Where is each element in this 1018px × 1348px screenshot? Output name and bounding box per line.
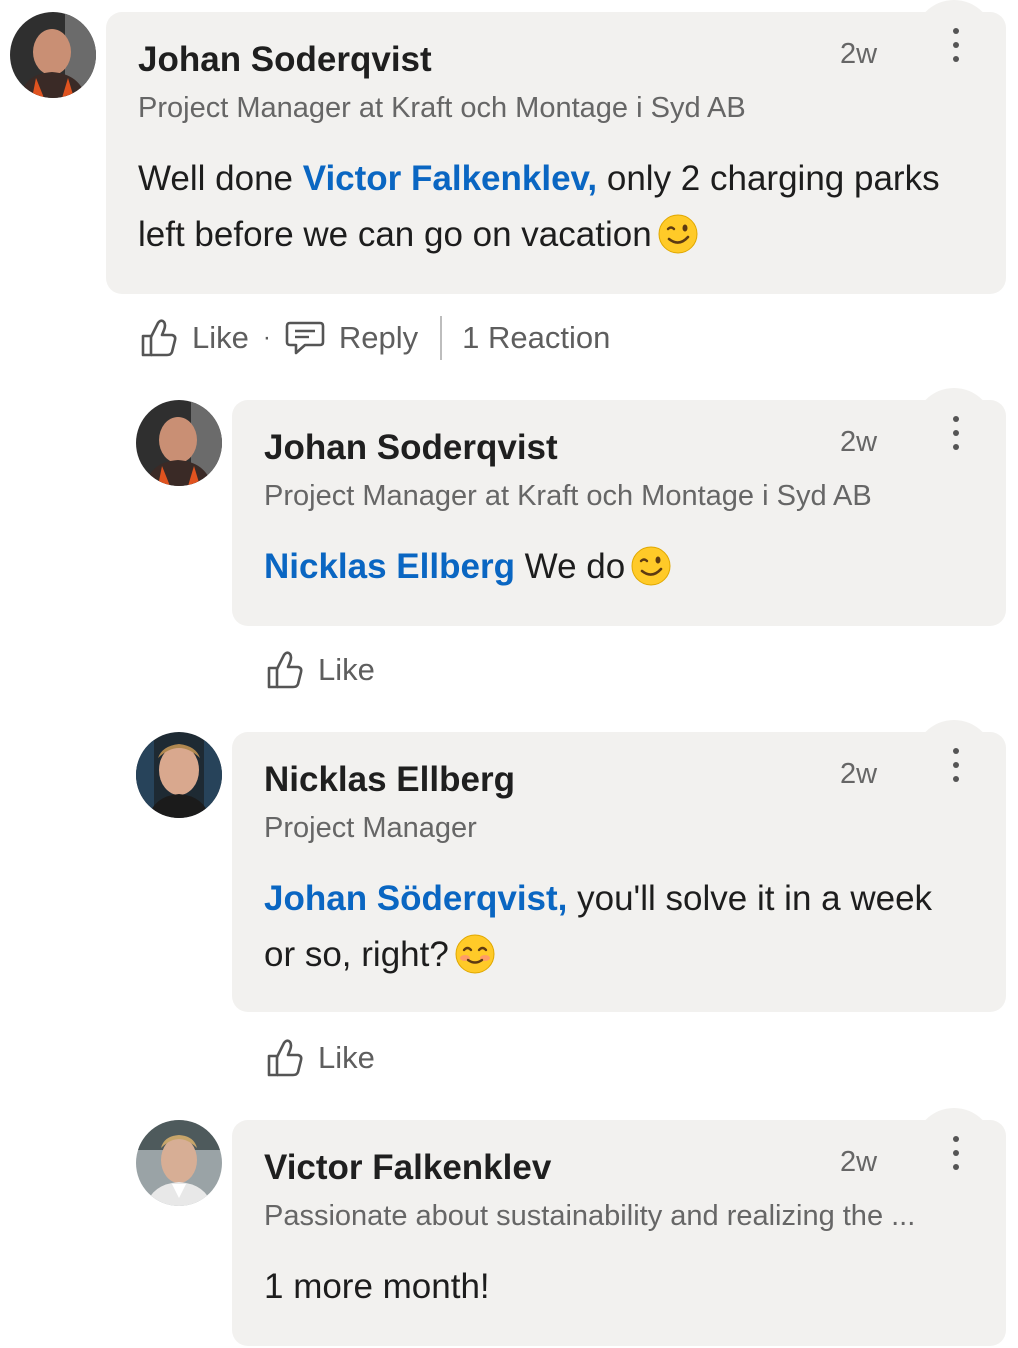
comment-author[interactable]: Johan Soderqvist xyxy=(138,40,432,80)
avatar-victor-falkenklev[interactable] xyxy=(136,1120,222,1206)
comment-bubble: Johan Soderqvist 2w Project Manager at K… xyxy=(232,388,1006,626)
thumbs-up-icon xyxy=(267,651,303,689)
action-separator: · xyxy=(262,324,271,351)
comment-headline: Project Manager at Kraft och Montage i S… xyxy=(138,92,746,124)
wink-emoji-icon xyxy=(658,214,698,254)
avatar-nicklas-ellberg[interactable] xyxy=(136,732,222,818)
mention-link[interactable]: Victor Falkenklev, xyxy=(303,159,597,198)
more-options-icon[interactable] xyxy=(946,746,966,786)
mention-link[interactable]: Johan Söderqvist, xyxy=(264,879,567,918)
like-button[interactable]: Like xyxy=(266,1038,375,1078)
comment-headline: Passionate about sustainability and real… xyxy=(264,1200,916,1232)
comment-text-part: We do xyxy=(514,547,626,586)
comment-bubble: Johan Soderqvist 2w Project Manager at K… xyxy=(106,0,1006,294)
comment-actions: Like xyxy=(266,650,375,690)
more-options-icon[interactable] xyxy=(946,26,966,66)
comment-timestamp: 2w xyxy=(840,1146,878,1178)
divider xyxy=(440,316,443,360)
comment-bubble: Victor Falkenklev 2w Passionate about su… xyxy=(232,1108,1006,1346)
like-button[interactable]: Like xyxy=(140,318,249,358)
comment-text: 1 more month! xyxy=(264,1267,490,1306)
smiling-emoji-icon xyxy=(455,934,495,974)
wink-emoji-icon xyxy=(631,546,671,586)
comment-text-part: left before we can go on vacation xyxy=(138,215,652,254)
avatar-johan-soderqvist[interactable] xyxy=(136,400,222,486)
comment-timestamp: 2w xyxy=(840,38,878,70)
comment-author[interactable]: Nicklas Ellberg xyxy=(264,760,515,800)
comment-headline: Project Manager at Kraft och Montage i S… xyxy=(264,480,872,512)
like-label: Like xyxy=(318,1040,375,1075)
comment-text: Well done Victor Falkenklev, only 2 char… xyxy=(138,151,998,263)
thumbs-up-icon xyxy=(141,319,177,357)
reactions-count-link[interactable]: 1 Reaction xyxy=(462,320,610,356)
comment-actions: Like · Reply 1 Reaction xyxy=(140,316,610,360)
comment-text-part: you'll solve it in a week xyxy=(567,879,933,918)
like-label: Like xyxy=(318,652,375,687)
comment-headline: Project Manager xyxy=(264,812,477,844)
reply-icon xyxy=(285,321,325,355)
like-button[interactable]: Like xyxy=(266,650,375,690)
comment-actions: Like xyxy=(266,1038,375,1078)
more-options-icon[interactable] xyxy=(946,1134,966,1174)
comment-timestamp: 2w xyxy=(840,426,878,458)
thumbs-up-icon xyxy=(267,1039,303,1077)
comment-text-part: only 2 charging parks xyxy=(597,159,940,198)
comment-author[interactable]: Victor Falkenklev xyxy=(264,1148,551,1188)
comment-text: Johan Söderqvist, you'll solve it in a w… xyxy=(264,871,994,983)
comment-author[interactable]: Johan Soderqvist xyxy=(264,428,558,468)
mention-link[interactable]: Nicklas Ellberg xyxy=(264,547,515,586)
comment-timestamp: 2w xyxy=(840,758,878,790)
more-options-icon[interactable] xyxy=(946,414,966,454)
comment-bubble: Nicklas Ellberg 2w Project Manager Johan… xyxy=(232,720,1006,1012)
reply-button[interactable]: Reply xyxy=(285,319,418,357)
like-label: Like xyxy=(192,320,249,355)
comment-text-part: or so, right? xyxy=(264,935,449,974)
comment-text: Nicklas Ellberg We do xyxy=(264,539,994,595)
reply-label: Reply xyxy=(338,320,419,355)
comment-text-part: Well done xyxy=(138,159,303,198)
avatar-johan-soderqvist[interactable] xyxy=(10,12,96,98)
